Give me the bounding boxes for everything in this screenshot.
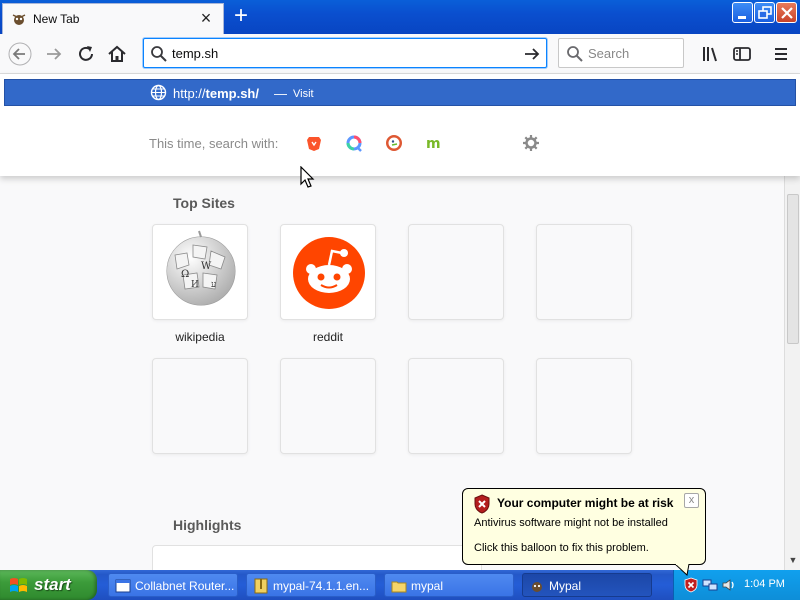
wikipedia-globe-icon: Ω W И ע: [166, 230, 236, 306]
mypal-favicon-icon: [12, 14, 26, 25]
navigation-toolbar: [0, 34, 800, 74]
mojeek-icon[interactable]: m: [424, 134, 442, 152]
search-input[interactable]: [588, 45, 678, 62]
balloon-close-button[interactable]: x: [684, 493, 699, 508]
start-button[interactable]: start: [0, 570, 97, 600]
mypal-icon: [532, 582, 542, 592]
balloon-instruction: Click this balloon to fix this problem.: [474, 542, 649, 554]
url-bar[interactable]: [143, 38, 547, 68]
top-site-tile-wikipedia[interactable]: Ω W И ע: [152, 224, 248, 320]
svg-text:И: И: [191, 280, 199, 290]
top-site-tile-empty[interactable]: [408, 358, 504, 454]
taskbar-button-mypal-folder[interactable]: mypal: [384, 573, 514, 597]
reddit-icon: [293, 237, 365, 309]
start-label: start: [34, 575, 71, 594]
tab-close-icon[interactable]: ×: [197, 9, 215, 27]
autocomplete-suggestion[interactable]: http://temp.sh/ — Visit: [4, 79, 796, 106]
gear-icon[interactable]: [522, 134, 540, 152]
search-box[interactable]: [558, 38, 684, 68]
oneoff-search-label: This time, search with:: [149, 136, 279, 151]
archive-icon: [254, 578, 268, 594]
globe-icon: [150, 84, 167, 101]
top-site-tile-empty[interactable]: [536, 224, 632, 320]
svg-text:m: m: [426, 136, 441, 152]
balloon-title: Your computer might be at risk: [497, 496, 674, 510]
suggestion-action: Visit: [293, 88, 314, 100]
home-icon[interactable]: [105, 42, 129, 66]
title-bar: New Tab × +: [0, 0, 800, 34]
scrollbar-thumb[interactable]: [787, 194, 799, 344]
svg-text:Ω: Ω: [181, 269, 189, 280]
go-arrow-icon[interactable]: [522, 44, 542, 64]
tab-new-tab[interactable]: New Tab ×: [2, 3, 224, 34]
top-site-tile-empty[interactable]: [152, 358, 248, 454]
sidebar-icon[interactable]: [730, 42, 754, 66]
back-icon[interactable]: [8, 42, 32, 66]
restore-icon: [758, 6, 772, 19]
folder-icon: [391, 581, 407, 593]
clock: 1:04 PM: [744, 578, 785, 590]
top-site-label: reddit: [312, 330, 344, 344]
reload-icon[interactable]: [74, 42, 98, 66]
suggestion-url: http://temp.sh/: [173, 86, 259, 101]
security-alert-tray-icon[interactable]: [683, 577, 699, 593]
suggestion-url-host: temp.sh/: [205, 86, 259, 101]
search-icon: [151, 46, 167, 62]
restore-button[interactable]: [754, 2, 775, 23]
minimize-button[interactable]: [732, 2, 753, 23]
top-site-label: wikipedia: [175, 330, 225, 344]
search-icon: [567, 46, 583, 62]
menu-icon[interactable]: [769, 42, 793, 66]
duckduckgo-icon[interactable]: [385, 134, 403, 152]
tab-title: New Tab: [33, 12, 80, 26]
security-alert-balloon[interactable]: Your computer might be at risk x Antivir…: [462, 488, 706, 565]
security-shield-icon: [474, 494, 490, 514]
forward-icon[interactable]: [42, 42, 66, 66]
balloon-message: Antivirus software might not be installe…: [474, 517, 668, 529]
svg-text:ע: ע: [211, 280, 216, 290]
taskbar-button-collabnet[interactable]: Collabnet Router...: [108, 573, 238, 597]
top-site-tile-reddit[interactable]: [280, 224, 376, 320]
scroll-down-icon[interactable]: ▼: [787, 554, 799, 566]
browser-window-icon: [115, 579, 131, 593]
taskbar-button-mypal-installer[interactable]: mypal-74.1.1.en...: [246, 573, 376, 597]
taskbar-button-mypal-browser[interactable]: Mypal: [522, 573, 652, 597]
top-site-tile-empty[interactable]: [536, 358, 632, 454]
qwant-icon[interactable]: [345, 134, 363, 152]
windows-logo-icon: [10, 578, 27, 592]
top-site-tile-empty[interactable]: [408, 224, 504, 320]
volume-icon[interactable]: [721, 577, 737, 593]
new-tab-button[interactable]: +: [228, 4, 254, 30]
balloon-tail: [675, 564, 690, 576]
top-sites-title: Top Sites: [173, 195, 235, 211]
close-icon: [781, 7, 793, 19]
taskbar-button-label: mypal-74.1.1.en...: [273, 579, 370, 593]
suggestion-separator: —: [274, 86, 287, 101]
mouse-cursor-icon: [300, 166, 315, 188]
minimize-icon: [738, 16, 746, 19]
library-icon[interactable]: [699, 42, 723, 66]
taskbar-button-label: Collabnet Router...: [135, 579, 235, 593]
taskbar-button-label: Mypal: [549, 579, 582, 593]
taskbar-button-label: mypal: [411, 579, 444, 593]
system-tray: 1:04 PM: [673, 570, 800, 600]
brave-icon[interactable]: [305, 134, 323, 152]
svg-text:W: W: [201, 261, 212, 272]
suggestion-url-prefix: http://: [173, 86, 206, 101]
top-site-tile-empty[interactable]: [280, 358, 376, 454]
network-icon[interactable]: [702, 577, 718, 593]
url-autocomplete-popup: http://temp.sh/ — Visit This time, searc…: [0, 74, 800, 176]
url-input[interactable]: [172, 44, 512, 62]
highlights-title: Highlights: [173, 517, 242, 533]
close-window-button[interactable]: [776, 2, 797, 23]
